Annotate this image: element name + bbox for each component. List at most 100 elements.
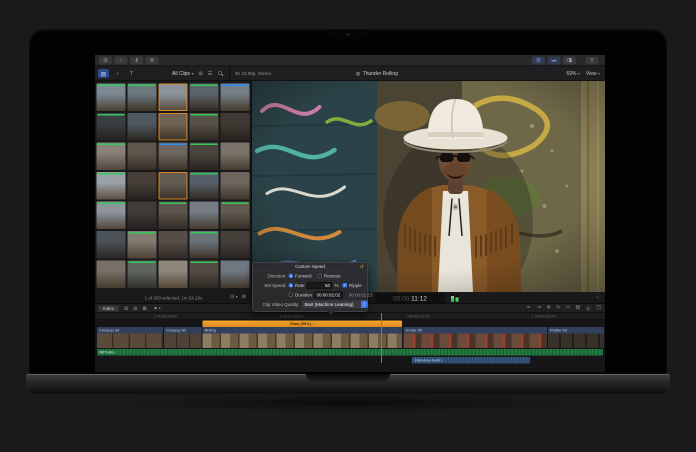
clip-thumbnail[interactable] bbox=[159, 202, 188, 230]
rate-field[interactable]: 50 bbox=[307, 282, 333, 289]
clip-thumbnail[interactable] bbox=[128, 113, 157, 141]
clip-thumbnail[interactable] bbox=[159, 231, 188, 259]
clip-thumbnail[interactable] bbox=[128, 143, 157, 171]
ripple-checkbox[interactable]: ✓ bbox=[343, 283, 348, 288]
music-clip[interactable]: Riff Intro bbox=[97, 349, 603, 356]
clip-thumbnail[interactable] bbox=[159, 143, 188, 171]
background-tasks-button[interactable]: ◎ bbox=[99, 56, 112, 64]
clip-thumbnail[interactable] bbox=[97, 143, 126, 171]
titles-generators-button[interactable]: T bbox=[126, 69, 137, 78]
timeline-clip[interactable]: Closeup 34 bbox=[97, 327, 163, 348]
import-media-button[interactable]: ↓ bbox=[115, 56, 128, 64]
duration-field[interactable]: 00:00:02:02 bbox=[314, 291, 343, 298]
viewer-title: ▦ Thunder Rolling bbox=[356, 71, 398, 77]
clip-thumbnail[interactable] bbox=[190, 84, 219, 112]
clip-appearance-button[interactable]: ⊡ ▾ bbox=[230, 294, 238, 300]
clip-thumbnail[interactable] bbox=[190, 143, 219, 171]
clip-thumbnail[interactable] bbox=[97, 84, 126, 112]
rate-radio[interactable] bbox=[289, 283, 294, 288]
favorite-marker bbox=[98, 144, 125, 146]
keyword-editor-button[interactable]: ⚷ bbox=[130, 56, 143, 64]
clip-thumbnail[interactable] bbox=[221, 231, 250, 259]
clip-filmstrip-icon[interactable]: ▥ bbox=[133, 306, 137, 312]
clip-thumbnail[interactable] bbox=[159, 261, 188, 289]
trim-right-icon[interactable]: ⇥ bbox=[537, 305, 541, 313]
browser-settings-button[interactable]: ⚙ bbox=[242, 294, 246, 300]
browser-toggle-button[interactable]: ▥ bbox=[532, 56, 545, 64]
clip-thumbnail[interactable] bbox=[190, 231, 219, 259]
clip-thumbnail[interactable] bbox=[221, 172, 250, 200]
clip-thumbnail[interactable] bbox=[97, 261, 126, 289]
clip-thumbnail[interactable] bbox=[97, 113, 126, 141]
clip-status-button[interactable]: ⊖ bbox=[146, 56, 159, 64]
inspector-toggle-button[interactable]: ◨ bbox=[563, 56, 576, 64]
clip-thumbnail[interactable] bbox=[128, 202, 157, 230]
index-button[interactable]: Index bbox=[98, 305, 119, 311]
clip-thumbnail[interactable] bbox=[97, 172, 126, 200]
chevron-down-icon: ▾ bbox=[192, 71, 194, 76]
clip-thumbnail[interactable] bbox=[190, 202, 219, 230]
clip-thumbnail[interactable] bbox=[190, 172, 219, 200]
duration-alt-label: 00:00:01:15 bbox=[349, 292, 373, 297]
clip-thumbnail[interactable] bbox=[221, 113, 250, 141]
clip-thumbnail[interactable] bbox=[128, 261, 157, 289]
favorite-marker bbox=[129, 262, 156, 264]
appearance-icon[interactable]: ▤ bbox=[576, 305, 581, 313]
blade-icon[interactable]: ✂ bbox=[566, 305, 570, 313]
clip-thumbnail[interactable] bbox=[221, 84, 250, 112]
search-icon[interactable] bbox=[217, 71, 223, 77]
clip-thumbnail[interactable] bbox=[190, 261, 219, 289]
clip-thumbnail[interactable] bbox=[159, 113, 188, 141]
laptop-screen: ◎↓⚷⊖ ▥▬◨⇧ ▤♪T All Clips ▾ ⊞ ☰ 4K 23.98p,… bbox=[30, 30, 666, 375]
camera-notch bbox=[327, 30, 369, 39]
project-title-label: Thunder Rolling bbox=[363, 71, 398, 77]
clip-waveform-icon[interactable]: ▦ bbox=[143, 306, 147, 312]
reverse-radio[interactable] bbox=[318, 274, 323, 279]
clip-thumbnail[interactable] bbox=[97, 202, 126, 230]
photos-audio-button[interactable]: ♪ bbox=[112, 69, 123, 78]
timeline-clip[interactable]: Riding bbox=[203, 327, 403, 348]
loop-icon[interactable]: ↻ bbox=[556, 305, 560, 313]
expand-timeline-icon[interactable]: ↔ bbox=[594, 293, 602, 301]
clip-thumbnail[interactable] bbox=[221, 143, 250, 171]
timeline-ruler[interactable]: 00:00:04:0000:00:08:0000:00:12:0000:00:1… bbox=[95, 313, 605, 320]
viewer-view-dropdown[interactable]: View ▾ bbox=[586, 71, 600, 77]
all-clips-dropdown[interactable]: All Clips ▾ bbox=[172, 71, 194, 77]
timeline-clip[interactable]: Drone 05 bbox=[404, 327, 548, 348]
clip-height-icon[interactable]: ▤ bbox=[124, 306, 128, 312]
timeline-clip[interactable]: Closeup 62 bbox=[164, 327, 202, 348]
clip-thumbnail[interactable] bbox=[128, 231, 157, 259]
timeline-toggle-button[interactable]: ▬ bbox=[548, 56, 561, 64]
rate-unit-label: % bbox=[335, 283, 339, 288]
clip-thumbnail[interactable] bbox=[159, 84, 188, 112]
clip-thumbnail[interactable] bbox=[190, 113, 219, 141]
share-button[interactable]: ⇧ bbox=[586, 56, 599, 64]
favorite-marker bbox=[191, 114, 218, 116]
duration-radio[interactable] bbox=[289, 293, 294, 298]
clip-thumbnail[interactable] bbox=[128, 84, 157, 112]
snapping-icon[interactable]: ◫ bbox=[596, 305, 601, 313]
audio-clip[interactable]: Interview Audio bbox=[412, 357, 530, 364]
forward-radio[interactable] bbox=[289, 274, 294, 279]
timeline-clip[interactable]: Profile 03 bbox=[548, 327, 604, 348]
audio-meters[interactable] bbox=[451, 294, 459, 302]
favorite-marker bbox=[191, 85, 218, 87]
insert-icon[interactable]: ⊕ bbox=[546, 305, 550, 313]
libraries-sidebar-button[interactable]: ▤ bbox=[98, 69, 109, 78]
select-tool-dropdown[interactable]: ➤ ▾ bbox=[154, 306, 161, 312]
clip-thumbnail[interactable] bbox=[128, 172, 157, 200]
clip-thumbnail[interactable] bbox=[159, 172, 188, 200]
clip-thumbnail[interactable] bbox=[221, 202, 250, 230]
duration-slider-button[interactable]: ☰ bbox=[208, 71, 212, 77]
filter-button[interactable]: ⊞ bbox=[199, 71, 203, 77]
clip-thumbnail[interactable] bbox=[97, 231, 126, 259]
pointer-tool-icon: ➤ bbox=[154, 306, 158, 312]
panel-header-bar: ▤♪T All Clips ▾ ⊞ ☰ 4K 23.98p, Stereo ▦ … bbox=[95, 67, 605, 82]
clip-video-quality-dropdown[interactable]: Best (Machine Learning) ▴▾ bbox=[302, 301, 368, 309]
solo-icon[interactable]: Ⓢ bbox=[586, 305, 591, 313]
viewer-zoom-dropdown[interactable]: 69% ▾ bbox=[566, 71, 579, 77]
playhead[interactable] bbox=[381, 313, 382, 363]
trim-left-icon[interactable]: ⇤ bbox=[527, 305, 531, 313]
reset-icon[interactable]: ↺ bbox=[359, 264, 364, 271]
clip-thumbnail[interactable] bbox=[221, 261, 250, 289]
